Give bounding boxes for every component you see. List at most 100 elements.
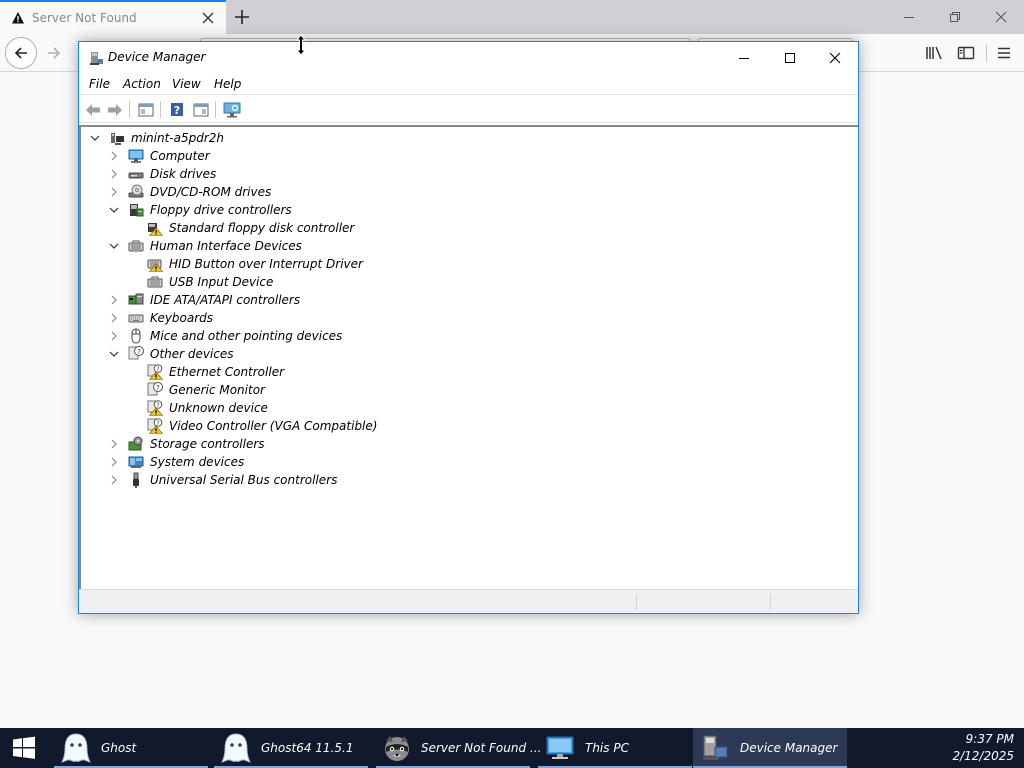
svg-text:?: ? bbox=[137, 348, 141, 356]
date: 2/12/2025 bbox=[952, 749, 1014, 763]
other-devices-icon: ? bbox=[128, 346, 144, 362]
device-item-hid-button-over-interrupt-driver[interactable]: HID Button over Interrupt Driver bbox=[127, 255, 363, 273]
tree-item-label: DVD/CD-ROM drives bbox=[150, 185, 272, 199]
tree-item-label: Floppy drive controllers bbox=[150, 203, 292, 217]
device-item-unknown-device[interactable]: ? Unknown device bbox=[127, 399, 268, 417]
forward-button[interactable] bbox=[42, 41, 66, 65]
new-tab-button[interactable] bbox=[230, 5, 254, 29]
sidebar-icon[interactable] bbox=[956, 43, 976, 63]
tab-strip: Server Not Found bbox=[0, 0, 1024, 34]
minimize-button[interactable] bbox=[721, 42, 767, 73]
category-dvd-cd-rom-drives[interactable]: DVD/CD-ROM drives bbox=[108, 183, 271, 201]
chevron-right-icon[interactable] bbox=[108, 168, 120, 180]
menu-help[interactable]: Help bbox=[214, 77, 241, 91]
show-hide-action-pane-icon[interactable] bbox=[191, 100, 210, 119]
category-other-devices[interactable]: ? Other devices bbox=[108, 345, 234, 363]
chevron-right-icon[interactable] bbox=[108, 330, 120, 342]
hid-warning-icon bbox=[147, 256, 163, 272]
chevron-right-icon[interactable] bbox=[108, 312, 120, 324]
library-icon[interactable] bbox=[924, 43, 944, 63]
chevron-right-icon[interactable] bbox=[108, 474, 120, 486]
category-human-interface-devices[interactable]: Human Interface Devices bbox=[108, 237, 302, 255]
tab-title: Server Not Found bbox=[32, 11, 137, 25]
status-divider bbox=[636, 594, 637, 610]
minimize-button[interactable] bbox=[886, 0, 932, 34]
category-storage-controllers[interactable]: Storage controllers bbox=[108, 435, 265, 453]
raccoon-icon bbox=[382, 732, 412, 764]
svg-text:?: ? bbox=[156, 366, 159, 373]
back-button[interactable] bbox=[5, 37, 37, 69]
tree-item-label: Keyboards bbox=[150, 311, 214, 325]
tree-item-label: Generic Monitor bbox=[169, 383, 265, 397]
menu-action[interactable]: Action bbox=[123, 77, 161, 91]
tree-item-label: Video Controller (VGA Compatible) bbox=[169, 419, 378, 433]
unknown-warning-icon: ? bbox=[147, 364, 163, 380]
taskbar-item-label: This PC bbox=[585, 741, 629, 755]
device-item-generic-monitor[interactable]: ? Generic Monitor bbox=[127, 381, 265, 399]
close-icon[interactable] bbox=[200, 10, 216, 26]
taskbar-item-label: Server Not Found ... bbox=[421, 741, 542, 755]
device-item-usb-input-device[interactable]: USB Input Device bbox=[127, 273, 273, 291]
taskbar-item-device-manager[interactable]: Device Manager bbox=[693, 728, 847, 768]
device-item-video-controller-vga-compatible[interactable]: ? Video Controller (VGA Compatible) bbox=[127, 417, 377, 435]
clock[interactable]: 9:37 PM 2/12/2025 bbox=[952, 731, 1014, 765]
tree-item-label: HID Button over Interrupt Driver bbox=[169, 257, 363, 271]
unknown-warning-icon: ? bbox=[147, 418, 163, 434]
taskbar-item-label: Ghost bbox=[101, 741, 137, 755]
restore-button[interactable] bbox=[932, 0, 978, 34]
tree-item-label: Storage controllers bbox=[150, 437, 265, 451]
chevron-down-icon[interactable] bbox=[108, 348, 120, 360]
back-arrow-icon[interactable] bbox=[83, 100, 102, 119]
category-mice-and-other-pointing-devices[interactable]: Mice and other pointing devices bbox=[108, 327, 342, 345]
mouse-icon bbox=[128, 328, 144, 344]
maximize-button[interactable] bbox=[767, 42, 813, 73]
menu-icon[interactable] bbox=[994, 43, 1014, 63]
taskbar-item-ghost[interactable]: Ghost bbox=[54, 728, 208, 768]
menu-file[interactable]: File bbox=[89, 77, 110, 91]
help-icon[interactable]: ? bbox=[167, 100, 186, 119]
device-item-ethernet-controller[interactable]: ? Ethernet Controller bbox=[127, 363, 284, 381]
toolbar-separator bbox=[215, 101, 216, 118]
category-computer[interactable]: Computer bbox=[108, 147, 210, 165]
chevron-right-icon[interactable] bbox=[108, 438, 120, 450]
chevron-down-icon[interactable] bbox=[108, 240, 120, 252]
category-ide-ata-atapi-controllers[interactable]: IDE ATA/ATAPI controllers bbox=[108, 291, 300, 309]
category-disk-drives[interactable]: Disk drives bbox=[108, 165, 216, 183]
category-keyboards[interactable]: Keyboards bbox=[108, 309, 213, 327]
taskbar-item-ghost64-11-5-1[interactable]: Ghost64 11.5.1 bbox=[214, 728, 368, 768]
device-item-standard-floppy-disk-controller[interactable]: Standard floppy disk controller bbox=[127, 219, 354, 237]
chevron-down-icon[interactable] bbox=[89, 132, 101, 144]
tree-item-label: Unknown device bbox=[169, 401, 268, 415]
tree-item-label: IDE ATA/ATAPI controllers bbox=[150, 293, 301, 307]
taskbar: Ghost Ghost64 11.5.1 Server Not Found ... T… bbox=[0, 728, 1024, 768]
show-hide-console-tree-icon[interactable] bbox=[136, 100, 155, 119]
chevron-right-icon[interactable] bbox=[108, 294, 120, 306]
title-bar[interactable]: Device Manager bbox=[79, 42, 858, 73]
warning-device-icon bbox=[147, 220, 163, 236]
category-system-devices[interactable]: System devices bbox=[108, 453, 244, 471]
category-floppy-drive-controllers[interactable]: Floppy drive controllers bbox=[108, 201, 292, 219]
tree-item-label: Universal Serial Bus controllers bbox=[150, 473, 338, 487]
close-window-button[interactable] bbox=[978, 0, 1024, 34]
chevron-right-icon[interactable] bbox=[108, 186, 120, 198]
tree-item-label: Human Interface Devices bbox=[150, 239, 302, 253]
device-manager-window: Device Manager File Action View Help ? m… bbox=[78, 41, 859, 614]
chevron-down-icon[interactable] bbox=[108, 204, 120, 216]
taskbar-item-server-not-found[interactable]: Server Not Found ... bbox=[376, 728, 541, 768]
chevron-right-icon[interactable] bbox=[108, 456, 120, 468]
start-button[interactable] bbox=[0, 728, 48, 768]
scan-hardware-icon[interactable] bbox=[222, 100, 241, 119]
tree-root[interactable]: minint-a5pdr2h bbox=[89, 129, 224, 147]
warning-icon bbox=[10, 10, 26, 26]
tab-server-not-found[interactable]: Server Not Found bbox=[0, 0, 226, 34]
close-window-button[interactable] bbox=[812, 42, 858, 73]
taskbar-item-this-pc[interactable]: This PC bbox=[538, 728, 692, 768]
this-pc-icon bbox=[544, 732, 576, 764]
forward-arrow-icon[interactable] bbox=[105, 100, 124, 119]
ghost-icon bbox=[60, 732, 92, 764]
dvd-drive-icon bbox=[128, 184, 144, 200]
window-title: Device Manager bbox=[108, 50, 206, 64]
chevron-right-icon[interactable] bbox=[108, 150, 120, 162]
menu-view[interactable]: View bbox=[172, 77, 201, 91]
category-universal-serial-bus-controllers[interactable]: Universal Serial Bus controllers bbox=[108, 471, 337, 489]
